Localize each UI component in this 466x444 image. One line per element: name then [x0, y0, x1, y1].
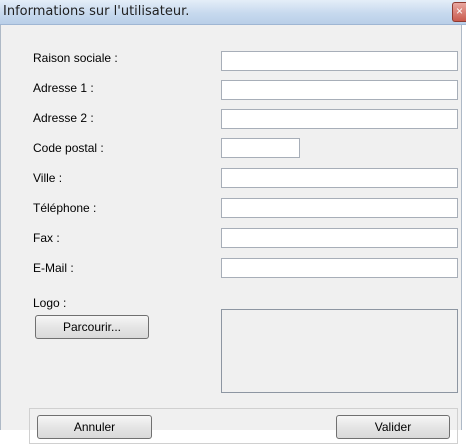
ok-button[interactable]: Valider [336, 415, 450, 439]
footer-panel: Annuler Valider [29, 408, 458, 444]
code-postal-input[interactable] [221, 138, 300, 158]
adresse-2-input[interactable] [221, 109, 458, 129]
code-postal-label: Code postal : [33, 141, 104, 155]
email-input[interactable] [221, 258, 458, 278]
adresse-2-label: Adresse 2 : [33, 111, 94, 125]
browse-button[interactable]: Parcourir... [35, 315, 149, 339]
cancel-button[interactable]: Annuler [37, 415, 152, 439]
email-label: E-Mail : [33, 261, 74, 275]
fax-label: Fax : [33, 231, 60, 245]
raison-sociale-input[interactable] [221, 51, 458, 71]
title-bar[interactable]: Informations sur l'utilisateur. × [0, 0, 466, 25]
fax-input[interactable] [221, 228, 458, 248]
logo-preview [221, 309, 458, 393]
raison-sociale-label: Raison sociale : [33, 51, 118, 65]
ville-input[interactable] [221, 168, 458, 188]
adresse-1-input[interactable] [221, 80, 458, 100]
ville-label: Ville : [33, 171, 63, 185]
telephone-label: Téléphone : [33, 201, 97, 215]
telephone-input[interactable] [221, 198, 458, 218]
close-icon: × [456, 4, 464, 18]
window-title: Informations sur l'utilisateur. [3, 4, 190, 19]
adresse-1-label: Adresse 1 : [33, 81, 94, 95]
close-button[interactable]: × [452, 2, 466, 22]
dialog-body: Raison sociale : Adresse 1 : Adresse 2 :… [0, 25, 462, 444]
logo-label: Logo : [33, 296, 67, 310]
